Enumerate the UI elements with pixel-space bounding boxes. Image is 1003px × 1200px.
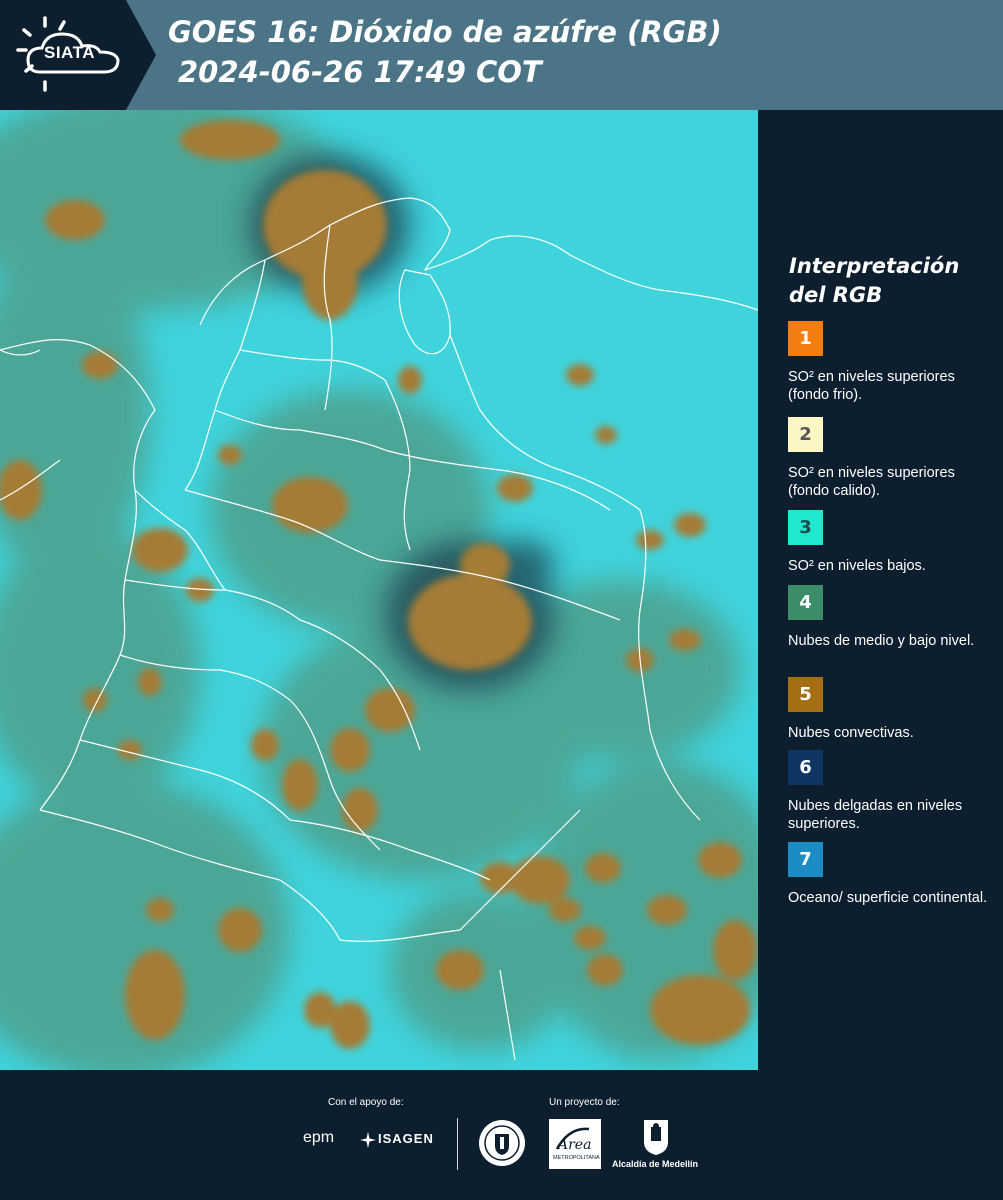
legend-swatch-7: 7	[788, 842, 823, 877]
legend-number-6: 6	[799, 757, 812, 778]
siata-logo: SIATA	[0, 0, 156, 110]
legend-label-4: Nubes de medio y bajo nivel.	[788, 633, 975, 649]
page-title: GOES 16: Dióxido de azúfre (RGB)	[168, 15, 722, 49]
area-logo-text: Área	[556, 1135, 591, 1153]
timestamp: 2024-06-26 17:49 COT	[178, 55, 542, 89]
legend-label-2: SO² en niveles superiores (fondo calido)…	[788, 465, 955, 499]
project-label: Un proyecto de:	[549, 1097, 620, 1108]
legend-swatch-1: 1	[788, 321, 823, 356]
footer-bar: Con el apoyo de: Un proyecto de: epm ISA…	[0, 1070, 1003, 1200]
legend-swatch-5: 5	[788, 677, 823, 712]
isagen-star-icon	[360, 1132, 376, 1148]
siata-logo-text: SIATA	[44, 43, 95, 62]
legend-item-6: 6 Nubes delgadas en niveles superiores.	[788, 750, 988, 833]
header-bar: SIATA GOES 16: Dióxido de azúfre (RGB) 2…	[0, 0, 1003, 110]
legend-number-7: 7	[799, 849, 812, 870]
legend-swatch-4: 4	[788, 585, 823, 620]
legend-item-1: 1 SO² en niveles superiores (fondo frio)…	[788, 321, 988, 404]
legend-number-5: 5	[799, 684, 812, 705]
legend-item-2: 2 SO² en niveles superiores (fondo calid…	[788, 417, 988, 500]
legend-label-6: Nubes delgadas en niveles superiores.	[788, 798, 963, 832]
support-label: Con el apoyo de:	[328, 1097, 404, 1108]
legend-number-3: 3	[799, 517, 812, 538]
area-logo-subtext: METROPOLITANA	[553, 1155, 600, 1161]
legend-item-3: 3 SO² en niveles bajos.	[788, 510, 988, 575]
footer-divider	[457, 1118, 458, 1170]
legend-swatch-3: 3	[788, 510, 823, 545]
legend-number-2: 2	[799, 424, 812, 445]
legend-item-4: 4 Nubes de medio y bajo nivel.	[788, 585, 988, 650]
legend-item-5: 5 Nubes convectivas.	[788, 677, 988, 742]
satellite-map[interactable]	[0, 110, 758, 1070]
alcaldia-shield-icon	[641, 1118, 671, 1160]
medellin-seal-icon	[478, 1119, 526, 1171]
legend-label-3: SO² en niveles bajos.	[788, 558, 926, 574]
isagen-text: ISAGEN	[378, 1131, 434, 1146]
legend-label-1: SO² en niveles superiores (fondo frio).	[788, 369, 955, 403]
legend-number-4: 4	[799, 592, 812, 613]
legend-swatch-2: 2	[788, 417, 823, 452]
legend-title: Interpretación del RGB	[789, 254, 960, 307]
legend-item-7: 7 Oceano/ superficie continental.	[788, 842, 988, 907]
area-metropolitana-logo: Área METROPOLITANA	[549, 1119, 601, 1169]
legend-number-1: 1	[799, 328, 812, 349]
epm-logo: epm	[303, 1129, 335, 1146]
legend-swatch-6: 6	[788, 750, 823, 785]
legend-panel: Interpretación del RGB 1 SO² en niveles …	[758, 110, 1003, 1070]
legend-label-7: Oceano/ superficie continental.	[788, 890, 988, 906]
alcaldia-label: Alcaldía de Medellín	[612, 1159, 699, 1169]
legend-label-5: Nubes convectivas.	[788, 725, 914, 741]
